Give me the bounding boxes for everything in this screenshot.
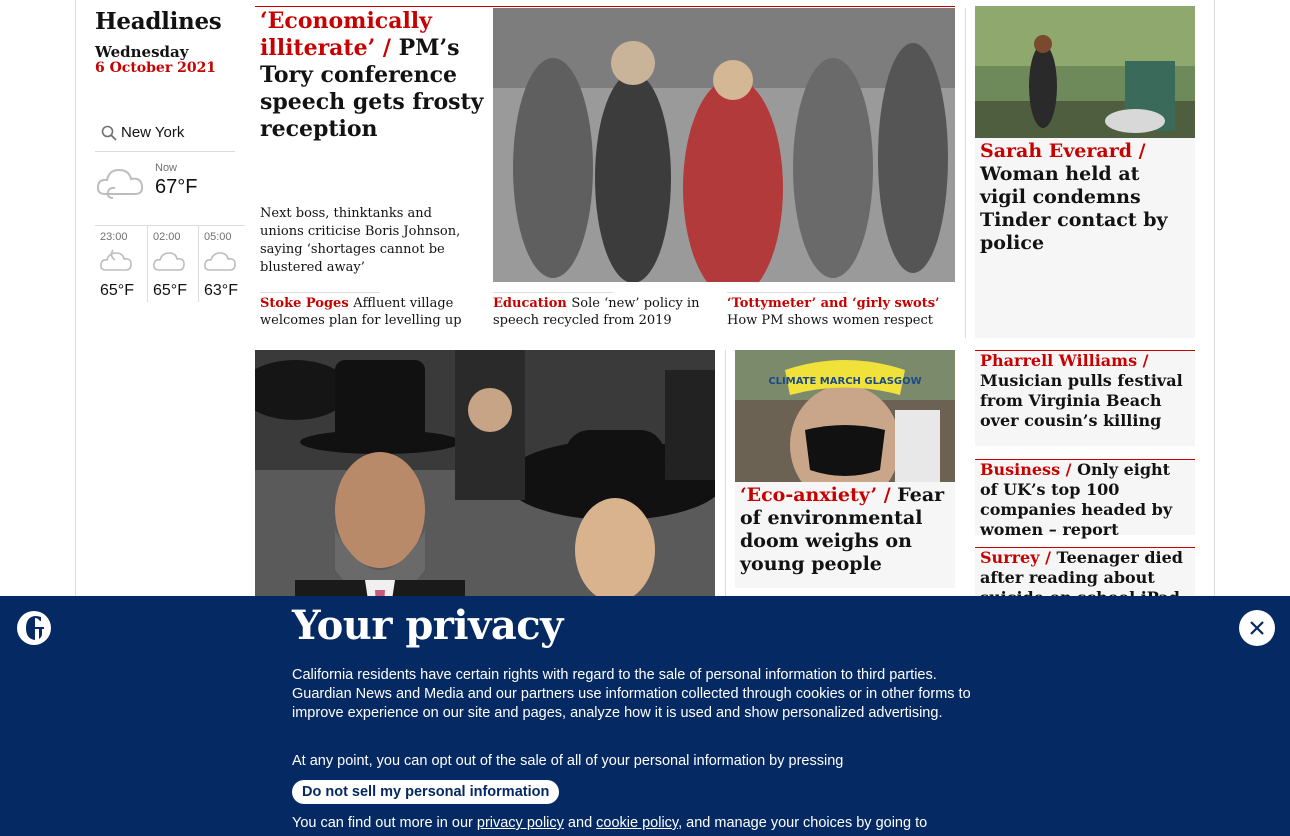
forecast-time: 02:00 (153, 231, 181, 243)
do-not-sell-button[interactable]: Do not sell my personal information (292, 780, 560, 804)
section-title: Headlines (95, 8, 222, 35)
location-input[interactable] (121, 120, 231, 144)
forecast-item: 02:00 65°F (147, 226, 197, 302)
sub-rule (493, 292, 613, 293)
lead-top-rule (255, 6, 955, 7)
cloud-icon (204, 252, 236, 271)
column-divider (725, 350, 726, 600)
column-divider (965, 8, 966, 338)
lead-headline[interactable]: ‘Economically illiterate’ / PM’s Tory co… (260, 8, 485, 143)
sub-rule (260, 292, 380, 293)
sub-story-stoke-poges[interactable]: Stoke Poges Affluent village welcomes pl… (260, 295, 475, 329)
lead-photo[interactable] (493, 8, 955, 282)
forecast-temperature: 65°F (100, 282, 134, 299)
privacy-text: , and manage your choices by going to (678, 815, 928, 831)
close-button[interactable] (1239, 610, 1275, 646)
sub-text: How PM shows women respect (727, 313, 933, 328)
eco-headline[interactable]: ‘Eco-anxiety’ / Fear of environmental do… (740, 484, 950, 576)
close-icon (1250, 621, 1264, 635)
sub-story-tottymeter[interactable]: ‘Tottymeter’ and ‘girly swots’ How PM sh… (727, 295, 942, 329)
eco-kicker: ‘Eco-anxiety’ / (740, 484, 891, 506)
forecast-temperature: 63°F (204, 282, 238, 299)
eco-photo[interactable]: CLIMATE MARCH GLASGOW (735, 350, 955, 482)
sign-text: CLIMATE MARCH GLASGOW (768, 376, 921, 387)
story-photo[interactable] (975, 6, 1195, 138)
privacy-policy-link[interactable]: privacy policy (477, 815, 564, 831)
date-full: 6 October 2021 (95, 60, 217, 76)
lead-standfirst: Next boss, thinktanks and unions critici… (260, 206, 461, 275)
story-kicker: Business / (980, 460, 1072, 479)
now-label: Now (155, 162, 178, 174)
cookie-policy-link[interactable]: cookie policy (596, 815, 678, 831)
forecast-time: 23:00 (100, 231, 128, 243)
privacy-paragraph: California residents have certain rights… (292, 667, 971, 721)
privacy-paragraph: At any point, you can opt out of the sal… (292, 753, 844, 769)
story-kicker: Surrey / (980, 548, 1051, 567)
story-headline[interactable]: Pharrell Williams / Musician pulls festi… (980, 351, 1190, 431)
eco-photo-image: CLIMATE MARCH GLASGOW (735, 350, 955, 482)
cloud-icon (153, 252, 185, 271)
search-icon[interactable] (101, 125, 117, 141)
privacy-paragraph: You can find out more in our privacy pol… (292, 814, 997, 833)
forecast-temperature: 65°F (153, 282, 187, 299)
guardian-logo-icon (17, 611, 51, 645)
forecast-item: 23:00 65°F (95, 226, 145, 302)
story-text: Musician pulls festival from Virginia Be… (980, 371, 1183, 430)
date-day: Wednesday (95, 43, 189, 61)
sub-kicker: ‘Tottymeter’ and ‘girly swots’ (727, 296, 940, 311)
weather-forecast: 23:00 65°F 02:00 65°F 05:00 63°F (95, 225, 248, 302)
story-text: Woman held at vigil condemns Tinder cont… (980, 163, 1168, 254)
sub-kicker: Stoke Poges (260, 296, 349, 311)
privacy-banner: Your privacy California residents have c… (0, 596, 1290, 836)
now-temperature: 67°F (155, 176, 198, 198)
privacy-title: Your privacy (292, 602, 563, 649)
story-kicker: Sarah Everard / (980, 140, 1146, 162)
privacy-text: and (563, 815, 597, 831)
weather-location (95, 116, 235, 152)
story-photo-image (975, 6, 1195, 138)
sub-story-education[interactable]: Education Sole ‘new’ policy in speech re… (493, 295, 708, 329)
story-headline[interactable]: Business / Only eight of UK’s top 100 co… (980, 460, 1190, 540)
privacy-text: You can find out more in our (292, 815, 477, 831)
story-kicker: Pharrell Williams / (980, 351, 1149, 370)
sub-kicker: Education (493, 296, 567, 311)
forecast-time: 05:00 (204, 231, 232, 243)
lead-photo-image (493, 8, 955, 282)
forecast-item: 05:00 63°F (198, 226, 248, 302)
sub-rule (727, 292, 847, 293)
story-headline[interactable]: Sarah Everard / Woman held at vigil cond… (980, 140, 1190, 255)
cloud-icon (96, 168, 144, 199)
cloudy-night-icon (100, 249, 132, 271)
